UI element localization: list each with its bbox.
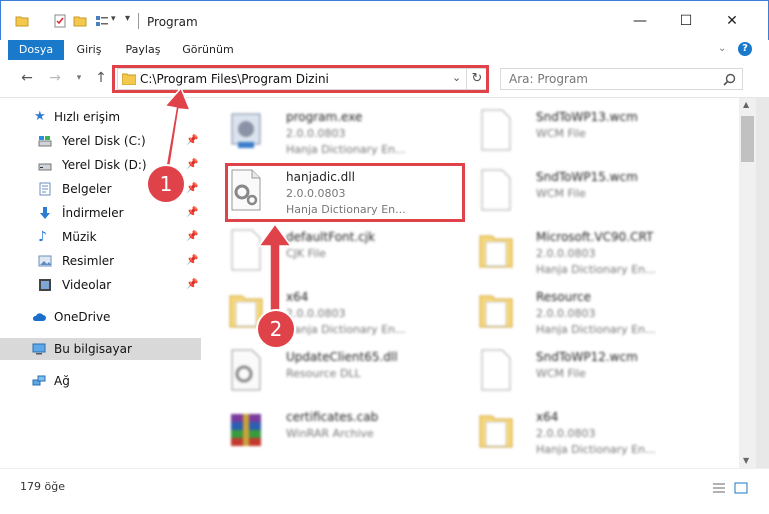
folder-icon bbox=[479, 415, 513, 448]
cloud-icon bbox=[32, 313, 46, 321]
star-icon: ★ bbox=[34, 109, 46, 124]
ribbon-tabs: Dosya Giriş Paylaş Görünüm ⌄ ? bbox=[0, 40, 769, 60]
drive-icon bbox=[38, 136, 52, 147]
tab-file[interactable]: Dosya bbox=[8, 40, 64, 60]
sidebar-item-videos[interactable]: Videolar 📌 bbox=[0, 274, 201, 296]
new-folder-icon[interactable] bbox=[73, 14, 87, 28]
file-highlight bbox=[225, 163, 465, 222]
pin-icon[interactable]: 📌 bbox=[186, 183, 198, 194]
list-item[interactable]: SndToWP13.wcm WCM File bbox=[454, 100, 704, 160]
list-item[interactable]: program.exe 2.0.0.0803 Hanja Dictionary … bbox=[204, 100, 454, 160]
file-icon bbox=[481, 169, 511, 211]
file-icon bbox=[231, 229, 261, 271]
sidebar-item-this-pc[interactable]: Bu bilgisayar bbox=[0, 338, 201, 360]
search-box[interactable]: Ara: Program bbox=[500, 68, 743, 90]
download-icon bbox=[40, 207, 50, 219]
up-icon[interactable]: ↑ bbox=[92, 69, 110, 87]
tab-share[interactable]: Paylaş bbox=[117, 40, 169, 60]
network-icon bbox=[32, 375, 46, 386]
tab-home[interactable]: Giriş bbox=[64, 40, 114, 60]
title-bar: ▾ ▾ Program — ☐ ✕ bbox=[0, 0, 769, 40]
pin-icon[interactable]: 📌 bbox=[186, 159, 198, 170]
chevron-down-icon[interactable]: ▾ bbox=[111, 14, 116, 24]
pin-icon[interactable]: 📌 bbox=[186, 255, 198, 266]
large-icons-view-icon[interactable] bbox=[734, 482, 748, 494]
sidebar-item-onedrive[interactable]: OneDrive bbox=[0, 306, 201, 328]
list-item[interactable]: Resource 2.0.0.0803 Hanja Dictionary En.… bbox=[454, 280, 704, 340]
file-icon bbox=[481, 109, 511, 151]
dll-icon bbox=[231, 349, 261, 391]
back-icon[interactable]: ← bbox=[18, 69, 36, 87]
expand-ribbon-icon[interactable]: ⌄ bbox=[718, 43, 726, 54]
step-badge-1: 1 bbox=[146, 164, 186, 204]
file-list: program.exe 2.0.0.0803 Hanja Dictionary … bbox=[204, 98, 739, 468]
customize-toolbar-icon[interactable]: ▾ bbox=[125, 13, 130, 24]
file-icon bbox=[481, 349, 511, 391]
tab-view[interactable]: Görünüm bbox=[176, 40, 240, 60]
sidebar-item-network[interactable]: Ağ bbox=[0, 370, 201, 392]
pin-icon[interactable]: 📌 bbox=[186, 135, 198, 146]
scroll-thumb[interactable] bbox=[741, 116, 754, 162]
vertical-scrollbar[interactable]: ▲ ▼ bbox=[739, 98, 756, 468]
scroll-down-icon[interactable]: ▼ bbox=[743, 456, 749, 465]
sidebar-item-local-disk-c[interactable]: Yerel Disk (C:) 📌 bbox=[0, 130, 201, 152]
step-badge-2: 2 bbox=[256, 309, 296, 349]
properties-icon[interactable] bbox=[53, 14, 67, 28]
list-item[interactable]: Microsoft.VC90.CRT 2.0.0.0803 Hanja Dict… bbox=[454, 220, 704, 280]
list-item[interactable]: x64 2.0.0.0803 Hanja Dictionary En... bbox=[454, 400, 704, 460]
item-count: 179 öğe bbox=[20, 480, 65, 493]
documents-icon bbox=[39, 182, 51, 196]
minimize-button[interactable]: — bbox=[617, 1, 663, 41]
drive-icon bbox=[38, 163, 52, 171]
list-item[interactable]: SndToWP12.wcm WCM File bbox=[454, 340, 704, 400]
computer-icon bbox=[32, 343, 46, 355]
search-icon[interactable] bbox=[723, 73, 736, 86]
status-bar: 179 öğe bbox=[0, 468, 769, 514]
search-input[interactable]: Ara: Program bbox=[509, 72, 588, 86]
folder-icon bbox=[479, 295, 513, 328]
view-options-icon[interactable] bbox=[95, 14, 109, 28]
list-item[interactable]: defaultFont.cjk CJK File bbox=[204, 220, 454, 280]
list-item[interactable]: certificates.cab WinRAR Archive bbox=[204, 400, 454, 460]
maximize-button[interactable]: ☐ bbox=[663, 1, 709, 41]
exe-icon bbox=[231, 113, 261, 148]
recent-locations-icon[interactable]: ▾ bbox=[70, 69, 88, 87]
window-title: Program bbox=[147, 15, 198, 29]
scroll-up-icon[interactable]: ▲ bbox=[743, 100, 749, 109]
help-icon[interactable]: ? bbox=[738, 42, 752, 56]
divider bbox=[138, 13, 139, 29]
sidebar-item-downloads[interactable]: İndirmeler 📌 bbox=[0, 202, 201, 224]
archive-icon bbox=[231, 414, 261, 446]
details-view-icon[interactable] bbox=[712, 482, 726, 494]
videos-icon bbox=[39, 279, 51, 291]
list-item[interactable]: SndToWP15.wcm WCM File bbox=[454, 160, 704, 220]
music-icon: ♪ bbox=[38, 229, 47, 245]
navigation-pane: ★ Hızlı erişim Yerel Disk (C:) 📌 Yerel D… bbox=[0, 98, 204, 468]
list-item[interactable]: x64 2.0.0.0803 Hanja Dictionary En... bbox=[204, 280, 454, 340]
sidebar-item-quick-access[interactable]: ★ Hızlı erişim bbox=[0, 106, 201, 128]
sidebar-item-music[interactable]: ♪ Müzik 📌 bbox=[0, 226, 201, 248]
pin-icon[interactable]: 📌 bbox=[186, 279, 198, 290]
folder-icon[interactable] bbox=[15, 14, 29, 28]
pin-icon[interactable]: 📌 bbox=[186, 207, 198, 218]
pictures-icon bbox=[38, 255, 52, 267]
close-button[interactable]: ✕ bbox=[709, 1, 755, 41]
address-bar-highlight bbox=[112, 65, 489, 93]
sidebar-item-pictures[interactable]: Resimler 📌 bbox=[0, 250, 201, 272]
folder-icon bbox=[479, 235, 513, 268]
forward-icon[interactable]: → bbox=[46, 69, 64, 87]
pin-icon[interactable]: 📌 bbox=[186, 231, 198, 242]
list-item[interactable]: UpdateClient65.dll Resource DLL bbox=[204, 340, 454, 400]
